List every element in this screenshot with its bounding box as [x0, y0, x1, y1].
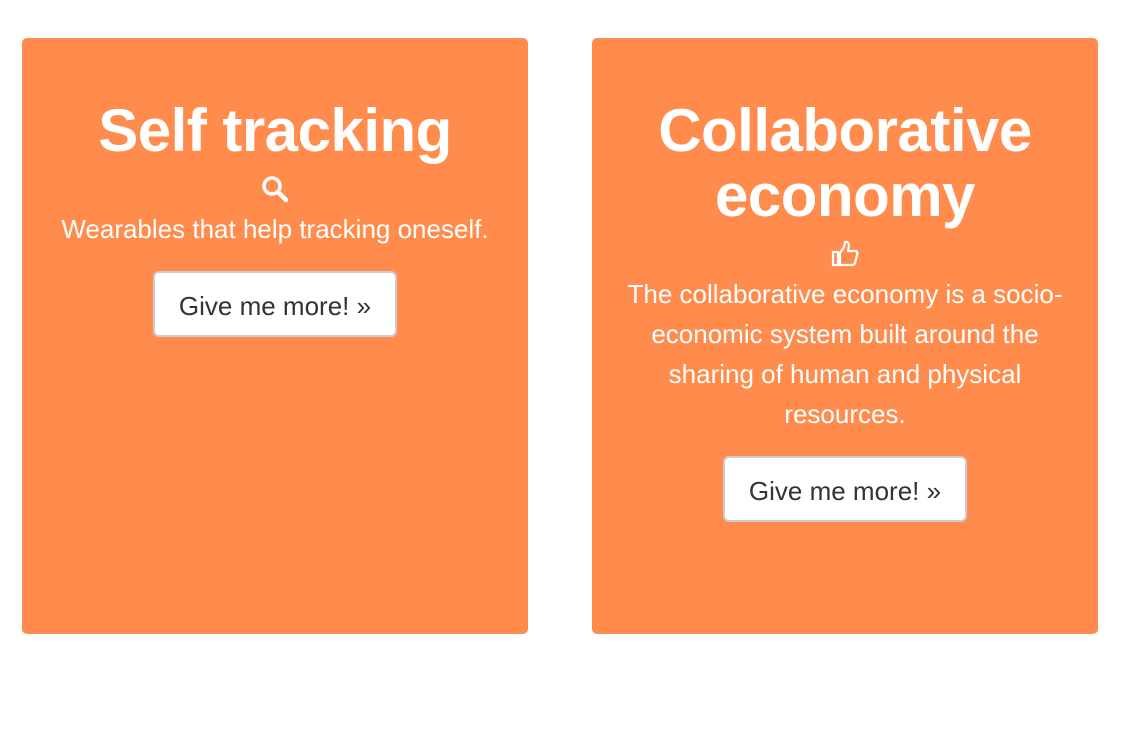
thumbs-up-icon [829, 238, 861, 270]
give-me-more-button[interactable]: Give me more! » [722, 456, 968, 522]
card-description: The collaborative economy is a socio-eco… [627, 279, 1063, 429]
search-icon [259, 173, 291, 205]
card-title: Self tracking [98, 97, 452, 164]
card-description: Wearables that help tracking oneself. [61, 214, 489, 244]
card-self-tracking: Self tracking Wearables that help tracki… [22, 38, 528, 634]
give-me-more-button[interactable]: Give me more! » [152, 271, 398, 337]
page: Self tracking Wearables that help tracki… [0, 0, 1138, 746]
card-collaborative-economy: Collaborative economy The collaborative … [592, 38, 1098, 634]
card-title: Collaborative economy [658, 97, 1032, 229]
